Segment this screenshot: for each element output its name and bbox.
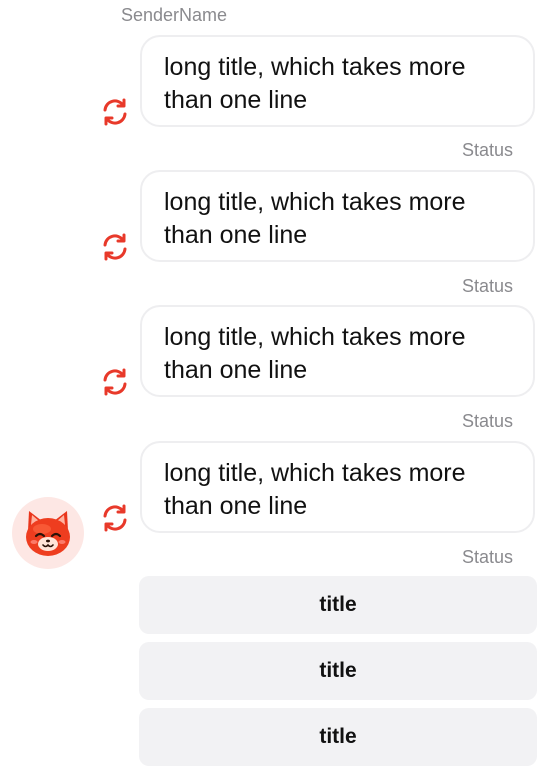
message-text: long title, which takes more than one li… (164, 323, 466, 384)
refresh-icon (103, 233, 127, 261)
message-bubble[interactable]: long title, which takes more than one li… (140, 305, 535, 397)
cat-face-icon (26, 511, 70, 556)
message-status: Status (461, 411, 513, 431)
message-bubble[interactable]: long title, which takes more than one li… (140, 441, 535, 533)
refresh-icon (103, 98, 127, 126)
message-text: long title, which takes more than one li… (164, 53, 466, 114)
action-button[interactable]: title (139, 576, 537, 634)
retry-button[interactable] (100, 232, 130, 262)
refresh-icon (103, 504, 127, 532)
message-text: long title, which takes more than one li… (164, 459, 466, 520)
retry-button[interactable] (100, 367, 130, 397)
action-button[interactable]: title (139, 642, 537, 700)
retry-button[interactable] (100, 503, 130, 533)
message-bubble[interactable]: long title, which takes more than one li… (140, 35, 535, 127)
refresh-icon (103, 368, 127, 396)
message-text: long title, which takes more than one li… (164, 188, 466, 249)
message-bubble[interactable]: long title, which takes more than one li… (140, 170, 535, 262)
message-status: Status (461, 547, 513, 567)
message-status: Status (461, 140, 513, 160)
sender-name: SenderName (121, 5, 228, 25)
avatar[interactable] (12, 497, 84, 569)
retry-button[interactable] (100, 97, 130, 127)
message-status: Status (461, 276, 513, 296)
action-button[interactable]: title (139, 708, 537, 766)
